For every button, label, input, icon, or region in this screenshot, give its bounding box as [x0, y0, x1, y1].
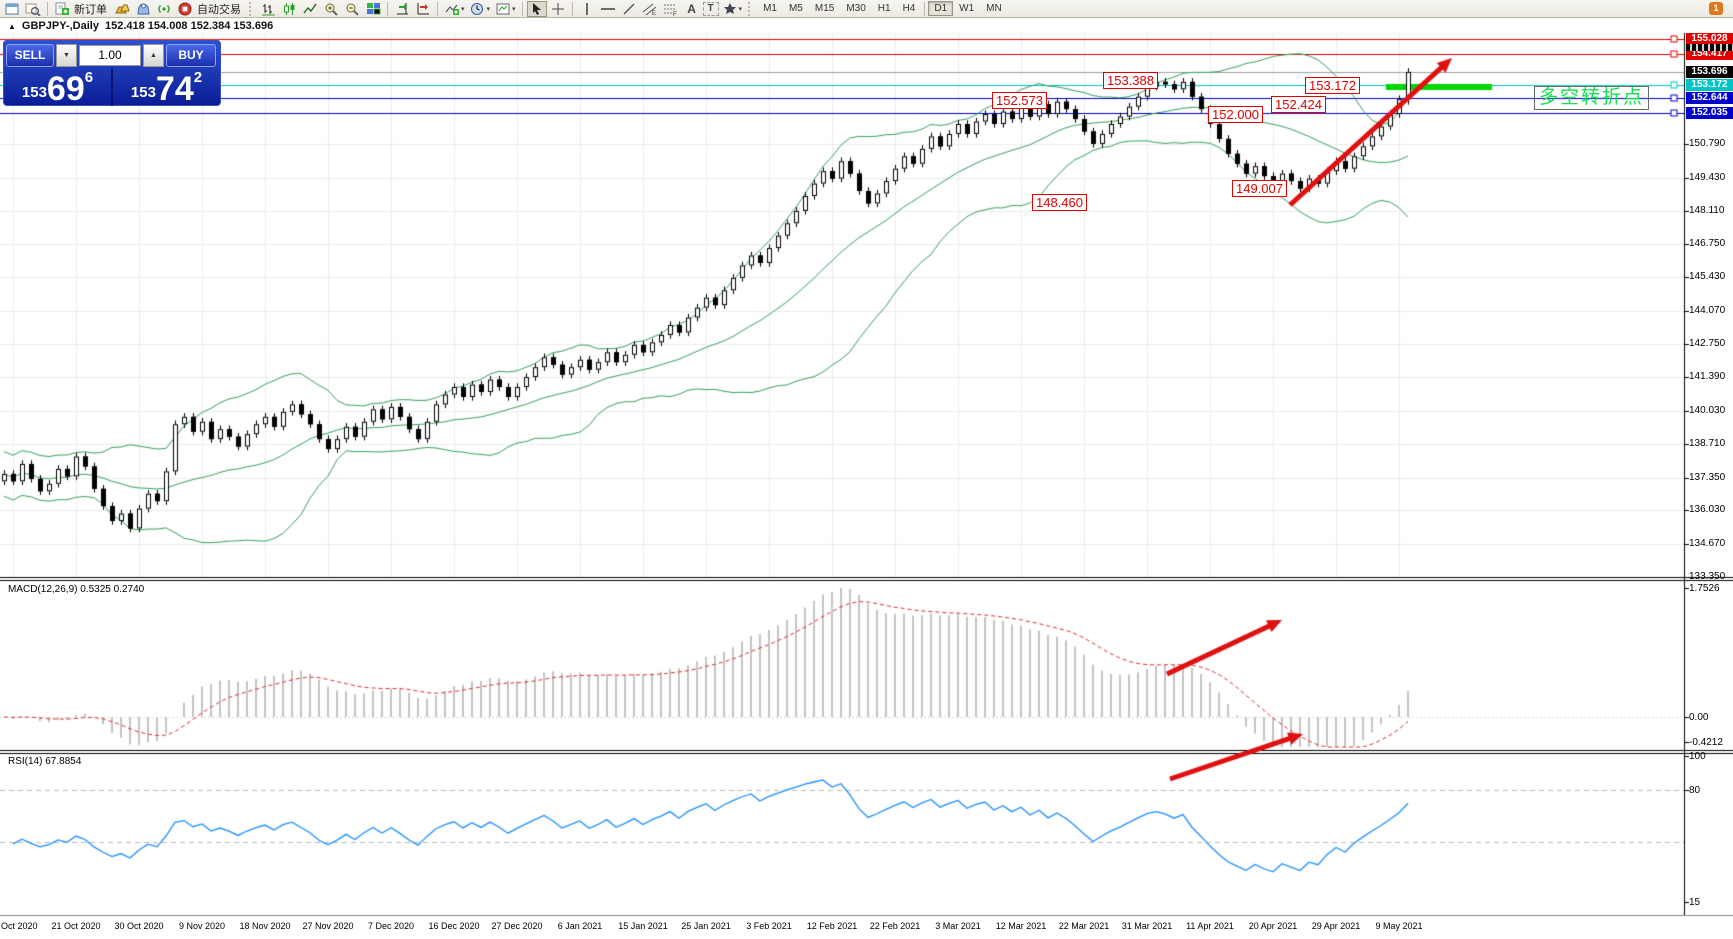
sell-button[interactable]: SELL	[6, 44, 54, 67]
buy-button[interactable]: BUY	[166, 44, 216, 67]
chart-canvas[interactable]	[0, 0, 1733, 939]
sell-price-figure: 153	[22, 84, 47, 101]
volume-input[interactable]	[79, 45, 141, 66]
sell-price[interactable]: 153 69 6	[4, 68, 111, 106]
buy-price-point: 2	[194, 69, 202, 86]
volume-increase-button[interactable]: ▲	[143, 44, 164, 67]
buy-price-figure: 153	[131, 84, 156, 101]
sell-price-pips: 69	[47, 74, 85, 104]
one-click-trading-widget: SELL ▼ ▲ BUY 153 69 6 153 74 2	[3, 40, 221, 106]
buy-price[interactable]: 153 74 2	[113, 68, 220, 106]
sell-price-point: 6	[85, 69, 93, 86]
volume-decrease-button[interactable]: ▼	[56, 44, 77, 67]
mt4-terminal-window: 新订单 自动交易 ▾	[0, 0, 1733, 939]
buy-price-pips: 74	[156, 74, 194, 104]
